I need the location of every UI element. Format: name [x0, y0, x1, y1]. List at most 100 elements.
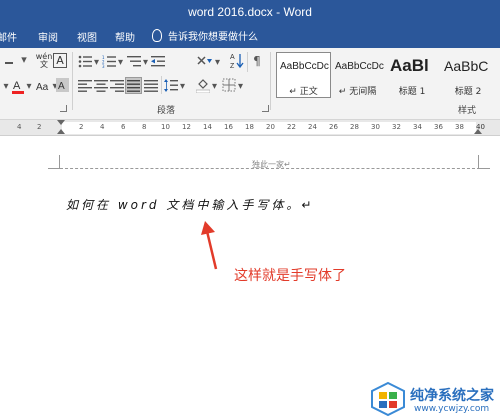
font-dialog-launcher-icon[interactable]	[60, 105, 67, 112]
window-title: word 2016.docx - Word	[188, 5, 312, 19]
style-heading-1[interactable]: AaBl 标题 1	[386, 52, 438, 98]
shading-button[interactable]	[196, 78, 210, 93]
style-normal[interactable]: AaBbCcDc ↵ 正文	[276, 52, 331, 98]
ruler-tick: 8	[142, 123, 147, 131]
ruler-tick: 36	[434, 123, 443, 131]
watermark-title: 纯净系统之家	[410, 388, 494, 404]
ruler-tick: 22	[287, 123, 296, 131]
ruler-tick: 2	[37, 123, 42, 131]
ribbon-tabs: 邮件 审阅 视图 帮助 告诉我你想要做什么	[0, 24, 500, 48]
dropdown-icon[interactable]: ▾	[179, 80, 186, 92]
justify-button[interactable]	[125, 77, 142, 94]
ruler-tick: 12	[182, 123, 191, 131]
dropdown-icon[interactable]: ▾	[142, 56, 149, 68]
numbering-icon: 123	[102, 55, 116, 68]
align-center-icon	[94, 80, 108, 92]
bullets-button[interactable]	[78, 55, 92, 68]
ruler-tick: 30	[371, 123, 380, 131]
ruler-tick: 32	[392, 123, 401, 131]
dropdown-icon[interactable]: ▾	[117, 56, 124, 68]
styles-group-label: 样式	[458, 106, 477, 116]
ruler-tick: 6	[121, 123, 126, 131]
phonetic-guide-button[interactable]: wén 文	[35, 52, 53, 70]
ruler-tick: 26	[329, 123, 338, 131]
dropdown-icon[interactable]: ▾	[93, 56, 100, 68]
tab-review[interactable]: 审阅	[38, 29, 58, 44]
red-arrow	[201, 221, 218, 270]
change-case-icon: Aa	[36, 82, 49, 93]
tab-help[interactable]: 帮助	[115, 29, 135, 44]
decrease-indent-icon	[151, 56, 165, 67]
paint-bucket-icon	[196, 79, 210, 93]
lightbulb-icon	[152, 29, 162, 42]
style-no-spacing-sample: AaBbCcDc	[335, 61, 384, 72]
align-left-button[interactable]	[78, 79, 92, 92]
style-heading-2[interactable]: AaBbC 标题 2	[440, 52, 496, 98]
styles-gallery: AaBbCcDc ↵ 正文 AaBbCcDc ↵ 无间隔 AaBl 标题 1 A…	[276, 52, 500, 100]
borders-button[interactable]	[222, 78, 236, 92]
document-page[interactable]: 独此一家↵ 如何在 word 文档中输入手写体。↵ 这样就是手写体了	[0, 137, 500, 418]
svg-text:3: 3	[102, 64, 105, 68]
style-heading-2-sample: AaBbC	[444, 58, 489, 74]
tab-view[interactable]: 视图	[77, 29, 97, 44]
style-heading-1-sample: AaBl	[390, 56, 429, 75]
dropdown-icon[interactable]: ▾	[211, 80, 218, 92]
hanging-indent-marker[interactable]	[57, 129, 65, 134]
separator	[247, 52, 248, 72]
svg-text:A: A	[58, 81, 65, 92]
change-case-button[interactable]: Aa	[36, 79, 50, 93]
phonetic-guide-label: wén 文	[35, 52, 53, 69]
numbering-button[interactable]: 123	[102, 55, 116, 68]
word-window: word 2016.docx - Word 邮件 审阅 视图 帮助 告诉我你想要…	[0, 0, 500, 418]
header-text[interactable]: 独此一家↵	[252, 159, 291, 170]
margin-corner-mark	[478, 155, 490, 169]
justify-icon	[127, 80, 140, 92]
tell-me-search[interactable]: 告诉我你想要做什么	[152, 28, 258, 43]
font-color-button[interactable]: A	[12, 78, 24, 94]
bullet-icon	[5, 62, 13, 64]
align-right-button[interactable]	[110, 79, 124, 92]
bullets-icon	[78, 55, 92, 68]
font-color-icon: A	[12, 80, 24, 94]
site-watermark: 纯净系统之家 www.ycwjzy.com	[366, 380, 500, 418]
character-shading-button[interactable]: A	[56, 78, 69, 92]
character-border-label: A	[56, 54, 64, 67]
style-heading-1-name: 标题 1	[398, 87, 426, 97]
multilevel-list-button[interactable]	[127, 55, 141, 68]
show-marks-icon[interactable]: ¶	[251, 54, 263, 68]
style-no-spacing[interactable]: AaBbCcDc ↵ 无间隔	[331, 52, 384, 98]
multilevel-list-icon	[127, 56, 141, 67]
dropdown-icon[interactable]: ▾	[20, 52, 28, 66]
grow-font-button[interactable]	[2, 56, 16, 70]
ruler-tick: 16	[224, 123, 233, 131]
watermark-logo-icon	[371, 381, 405, 417]
align-center-button[interactable]	[94, 79, 108, 92]
group-separator	[72, 52, 73, 110]
dropdown-icon[interactable]: ▾	[214, 56, 221, 68]
dropdown-icon[interactable]: ▾	[237, 80, 244, 92]
paragraph-dialog-launcher-icon[interactable]	[262, 105, 269, 112]
chinese-layout-icon	[197, 56, 212, 65]
dropdown-icon[interactable]: ▾	[25, 80, 33, 92]
right-indent-marker[interactable]	[474, 129, 482, 134]
chinese-layout-button[interactable]	[197, 54, 213, 68]
horizontal-ruler[interactable]: 4 2 2 4 6 8 10 12 14 16 18 20 22 24 26 2…	[0, 120, 500, 136]
distributed-button[interactable]	[144, 79, 158, 92]
document-body-text[interactable]: 如何在 word 文档中输入手写体。↵	[66, 196, 314, 213]
first-line-indent-marker[interactable]	[57, 120, 65, 125]
title-bar: word 2016.docx - Word	[0, 0, 500, 24]
character-border-button[interactable]: A	[53, 53, 67, 68]
align-left-icon	[78, 80, 92, 92]
tab-mailings[interactable]: 邮件	[0, 29, 17, 44]
dropdown-icon[interactable]: ▾	[2, 80, 10, 92]
annotation-text: 这样就是手写体了	[234, 268, 346, 284]
ruler-tick: 4	[17, 123, 22, 131]
separator	[161, 76, 162, 94]
ruler-tick: 20	[266, 123, 275, 131]
line-spacing-button[interactable]	[164, 78, 178, 93]
svg-text:Z: Z	[230, 63, 235, 70]
ruler-tick: 28	[350, 123, 359, 131]
style-normal-name: ↵ 正文	[289, 87, 318, 97]
sort-button[interactable]: AZ	[230, 52, 244, 70]
decrease-indent-button[interactable]	[151, 55, 165, 68]
